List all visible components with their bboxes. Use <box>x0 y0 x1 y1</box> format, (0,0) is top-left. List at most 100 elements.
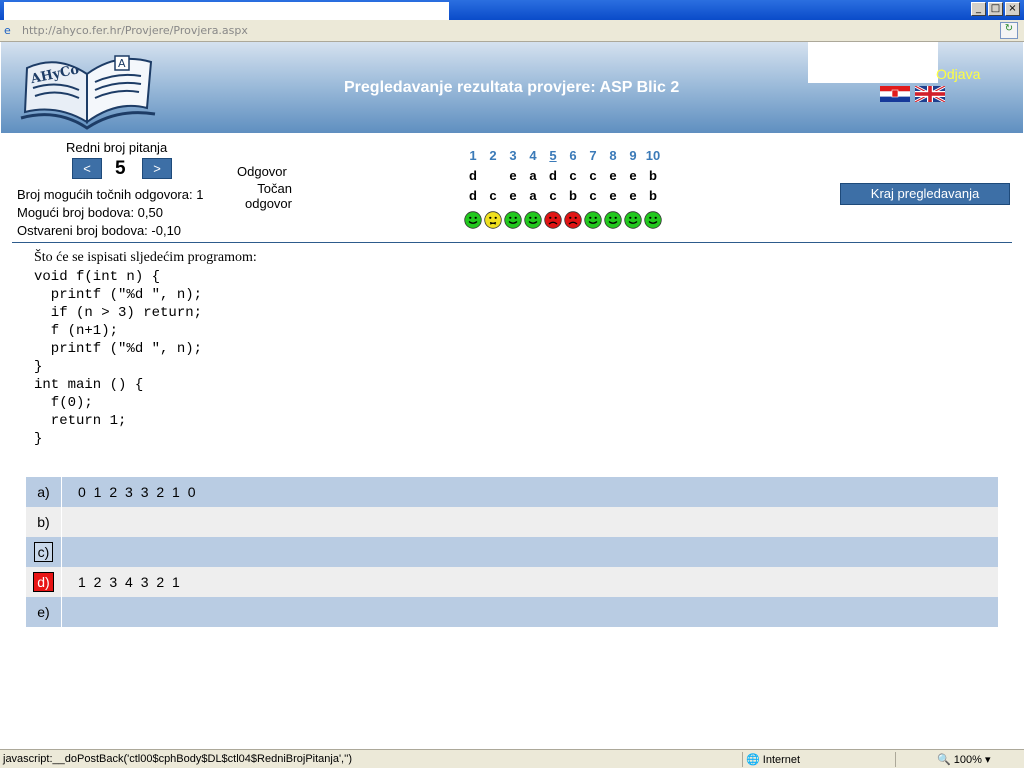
maximize-button[interactable]: □ <box>988 2 1003 16</box>
end-review-button[interactable]: Kraj pregledavanja <box>840 183 1010 205</box>
sad-face-icon <box>543 210 563 230</box>
answer-letter-label: b) <box>37 514 50 530</box>
question-code: void f(int n) { printf ("%d ", n); if (n… <box>34 269 203 447</box>
neutral-face-icon <box>483 210 503 230</box>
correct-answer: e <box>609 188 617 203</box>
correct-answer: e <box>629 188 637 203</box>
given-answer <box>483 168 503 183</box>
window-titlebar: _ □ × <box>0 0 1024 31</box>
correct-answer-marker: c) <box>33 542 54 562</box>
correct-answer: b <box>649 188 657 203</box>
given-answer: e <box>509 168 517 183</box>
happy-face-icon <box>583 210 603 230</box>
happy-face-icon <box>643 210 663 230</box>
correct-answer: c <box>549 188 557 203</box>
correct-answer: a <box>529 188 537 203</box>
correct-answer: d <box>469 188 477 203</box>
given-answer: e <box>609 168 617 183</box>
happy-face-icon <box>463 210 483 230</box>
separator <box>12 242 1012 243</box>
refresh-icon[interactable]: ↻ <box>1000 22 1018 39</box>
correct-answer: c <box>589 188 597 203</box>
question-text: Što će se ispisati sljedećim programom: <box>34 250 257 265</box>
minimize-button[interactable]: _ <box>971 2 986 16</box>
question-link[interactable]: 9 <box>623 148 643 163</box>
answer-option: a) 0 1 2 3 3 2 1 0 <box>26 477 998 507</box>
zoom-icon: 🔍 <box>937 754 951 766</box>
correct-answers-row: dceacbceeb <box>463 188 663 203</box>
given-answers-row: deadcceeb <box>463 168 663 183</box>
answer-text: 0 1 2 3 3 2 1 0 <box>78 484 197 500</box>
status-bar: javascript:__doPostBack('ctl00$cphBody$D… <box>0 749 1024 768</box>
page-icon: e <box>4 24 11 37</box>
next-question-button[interactable]: > <box>142 158 172 179</box>
answer-option: d) 1 2 3 4 3 2 1 <box>26 567 998 597</box>
question-number-label: Redni broj pitanja <box>66 140 168 155</box>
correct-label-line1: Točan <box>257 181 292 196</box>
english-flag-icon[interactable] <box>915 86 945 102</box>
happy-face-icon <box>523 210 543 230</box>
possible-points: Mogući broj bodova: 0,50 <box>17 205 163 220</box>
zoom-control[interactable]: 🔍 100% ▾ <box>937 753 990 766</box>
status-divider <box>895 752 896 767</box>
given-answer: a <box>529 168 537 183</box>
question-link[interactable]: 5 <box>543 148 563 163</box>
close-button[interactable]: × <box>1005 2 1020 16</box>
globe-icon: 🌐 <box>746 754 760 766</box>
current-question-number: 5 <box>115 158 126 179</box>
svg-text:A: A <box>118 57 126 70</box>
answer-letter: d) <box>26 567 62 597</box>
answer-options: a) 0 1 2 3 3 2 1 0 b) c) d) 1 2 3 4 3 2 1 e) <box>26 477 998 627</box>
sad-face-icon <box>563 210 583 230</box>
previous-question-button[interactable]: < <box>72 158 102 179</box>
address-url[interactable]: http://ahyco.fer.hr/Provjere/Provjera.as… <box>22 24 248 37</box>
status-message: javascript:__doPostBack('ctl00$cphBody$D… <box>3 753 352 765</box>
correct-answer: c <box>489 188 497 203</box>
answer-option: b) <box>26 507 998 537</box>
zone-label: Internet <box>762 754 801 766</box>
question-link[interactable]: 1 <box>463 148 483 163</box>
correct-label-line2: odgovor <box>245 196 292 211</box>
answer-letter: e) <box>26 597 62 627</box>
logout-link[interactable]: Odjava <box>936 66 980 82</box>
happy-face-icon <box>503 210 523 230</box>
question-link[interactable]: 6 <box>563 148 583 163</box>
page-title: Pregledavanje rezultata provjere: ASP Bl… <box>344 79 680 96</box>
achieved-points: Ostvareni broj bodova: -0,10 <box>17 223 182 238</box>
given-answer: e <box>629 168 637 183</box>
user-info <box>808 42 938 83</box>
question-link[interactable]: 4 <box>523 148 543 163</box>
answer-letter-label: e) <box>37 604 50 620</box>
security-zone: 🌐 Internet <box>746 753 800 766</box>
question-link[interactable]: 2 <box>483 148 503 163</box>
answer-letter: b) <box>26 507 62 537</box>
given-answer: c <box>589 168 597 183</box>
page-header: A AHyCo Pregledavanje rezultata provjere… <box>1 42 1023 133</box>
question-link[interactable]: 8 <box>603 148 623 163</box>
given-answer: d <box>549 168 557 183</box>
answer-text: 1 2 3 4 3 2 1 <box>78 574 181 590</box>
answer-option: e) <box>26 597 998 627</box>
happy-face-icon <box>623 210 643 230</box>
answer-option: c) <box>26 537 998 567</box>
zoom-level: 100% <box>953 754 982 766</box>
correct-answer: e <box>509 188 517 203</box>
result-smileys-row <box>463 210 663 230</box>
correct-row-label: Točan odgovor <box>232 181 292 211</box>
happy-face-icon <box>603 210 623 230</box>
question-link[interactable]: 7 <box>583 148 603 163</box>
given-answer: b <box>649 168 657 183</box>
answer-row-label: Odgovor <box>237 164 287 179</box>
selected-wrong-answer-marker: d) <box>33 572 54 592</box>
possible-correct-count: Broj mogućih točnih odgovora: 1 <box>17 187 204 202</box>
question-link[interactable]: 10 <box>643 148 663 163</box>
ahyco-logo: A AHyCo <box>20 55 156 130</box>
address-bar: e http://ahyco.fer.hr/Provjere/Provjera.… <box>0 20 1024 42</box>
answer-letter: c) <box>26 537 62 567</box>
given-answer: d <box>469 168 477 183</box>
window-controls: _ □ × <box>971 2 1020 16</box>
status-divider <box>742 752 743 767</box>
croatian-flag-icon[interactable] <box>880 86 910 102</box>
answer-letter-label: a) <box>37 484 50 500</box>
question-link[interactable]: 3 <box>503 148 523 163</box>
